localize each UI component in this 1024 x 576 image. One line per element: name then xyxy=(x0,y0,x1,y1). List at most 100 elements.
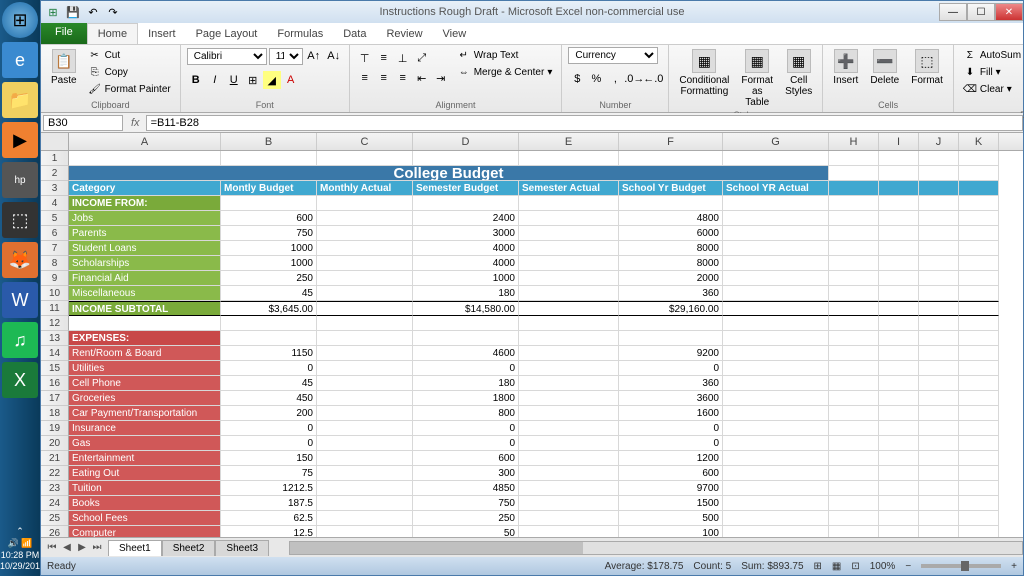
cell[interactable] xyxy=(879,391,919,406)
cell[interactable] xyxy=(879,481,919,496)
cell[interactable] xyxy=(829,301,879,316)
redo-icon[interactable]: ↷ xyxy=(105,4,121,20)
cell[interactable] xyxy=(919,466,959,481)
row-header[interactable]: 19 xyxy=(41,421,69,436)
cell[interactable] xyxy=(829,466,879,481)
cell[interactable] xyxy=(723,301,829,316)
cell[interactable] xyxy=(317,286,413,301)
cell[interactable] xyxy=(317,421,413,436)
cell[interactable] xyxy=(723,451,829,466)
percent-button[interactable]: % xyxy=(587,70,605,88)
cell[interactable] xyxy=(879,241,919,256)
cell[interactable] xyxy=(519,361,619,376)
cell[interactable] xyxy=(317,226,413,241)
cell[interactable] xyxy=(317,496,413,511)
cell[interactable] xyxy=(829,496,879,511)
cell[interactable] xyxy=(919,181,959,196)
cell[interactable] xyxy=(829,391,879,406)
cell[interactable] xyxy=(829,511,879,526)
cell[interactable]: 360 xyxy=(619,376,723,391)
cell[interactable]: 1200 xyxy=(619,451,723,466)
col-header-H[interactable]: H xyxy=(829,133,879,150)
row-header[interactable]: 4 xyxy=(41,196,69,211)
cell[interactable]: Miscellaneous xyxy=(69,286,221,301)
close-button[interactable]: ✕ xyxy=(995,3,1023,21)
cell[interactable] xyxy=(519,376,619,391)
title-cell[interactable]: College Budget xyxy=(69,166,829,181)
cell[interactable] xyxy=(879,346,919,361)
cell[interactable] xyxy=(959,346,999,361)
tray-volume-icon[interactable]: 🔊 📶 xyxy=(0,538,40,549)
cell[interactable] xyxy=(879,226,919,241)
cell[interactable] xyxy=(519,496,619,511)
cell[interactable] xyxy=(519,241,619,256)
cell[interactable] xyxy=(317,316,413,331)
insert-button[interactable]: ➕Insert xyxy=(829,47,862,88)
cell[interactable] xyxy=(317,241,413,256)
cell[interactable]: 180 xyxy=(413,376,519,391)
cell[interactable] xyxy=(317,346,413,361)
cell[interactable] xyxy=(829,436,879,451)
taskbar-app-excel[interactable]: X xyxy=(2,362,38,398)
cell[interactable] xyxy=(723,436,829,451)
cell[interactable] xyxy=(959,451,999,466)
cell[interactable] xyxy=(519,226,619,241)
tab-home[interactable]: Home xyxy=(87,23,138,44)
cell[interactable]: INCOME SUBTOTAL xyxy=(69,301,221,316)
cell[interactable]: Utilities xyxy=(69,361,221,376)
cell[interactable] xyxy=(829,286,879,301)
delete-button[interactable]: ➖Delete xyxy=(866,47,903,88)
row-header[interactable]: 5 xyxy=(41,211,69,226)
cell[interactable]: 250 xyxy=(413,511,519,526)
tab-review[interactable]: Review xyxy=(376,24,432,44)
cell[interactable] xyxy=(959,181,999,196)
cell[interactable] xyxy=(919,241,959,256)
col-header-E[interactable]: E xyxy=(519,133,619,150)
cell[interactable] xyxy=(879,331,919,346)
row-header[interactable]: 2 xyxy=(41,166,69,181)
cell[interactable] xyxy=(919,421,959,436)
name-box[interactable]: B30 xyxy=(43,115,123,131)
cell[interactable] xyxy=(317,331,413,346)
number-format-select[interactable]: Currency xyxy=(568,47,658,64)
cell[interactable] xyxy=(919,481,959,496)
cell[interactable]: 3000 xyxy=(413,226,519,241)
zoom-out-button[interactable]: − xyxy=(905,561,911,572)
minimize-button[interactable]: — xyxy=(939,3,967,21)
cell[interactable]: School Yr Budget xyxy=(619,181,723,196)
tab-insert[interactable]: Insert xyxy=(138,24,186,44)
cell[interactable] xyxy=(879,181,919,196)
cell[interactable]: Car Payment/Transportation xyxy=(69,406,221,421)
cell[interactable]: INCOME FROM: xyxy=(69,196,221,211)
grow-font-button[interactable]: A↑ xyxy=(305,47,323,65)
cell[interactable] xyxy=(619,196,723,211)
cell[interactable] xyxy=(723,226,829,241)
cell[interactable] xyxy=(879,466,919,481)
cell[interactable]: Computer xyxy=(69,526,221,537)
col-header-B[interactable]: B xyxy=(221,133,317,150)
cell[interactable]: Category xyxy=(69,181,221,196)
col-header-A[interactable]: A xyxy=(69,133,221,150)
cell[interactable] xyxy=(723,526,829,537)
cell[interactable] xyxy=(959,151,999,166)
fill-color-button[interactable]: ◢ xyxy=(263,71,281,89)
file-tab[interactable]: File xyxy=(41,22,87,44)
cell[interactable]: 50 xyxy=(413,526,519,537)
cell[interactable] xyxy=(519,466,619,481)
cell[interactable] xyxy=(317,391,413,406)
cell[interactable] xyxy=(317,406,413,421)
copy-button[interactable]: ⎘Copy xyxy=(85,64,174,80)
format-button[interactable]: ⬚Format xyxy=(907,47,947,88)
font-color-button[interactable]: A xyxy=(282,71,300,89)
sheet-nav-first-icon[interactable]: ⏮ xyxy=(45,542,59,553)
cell[interactable] xyxy=(879,361,919,376)
cell[interactable] xyxy=(919,346,959,361)
cell[interactable] xyxy=(723,496,829,511)
taskbar-app-hp[interactable]: hp xyxy=(2,162,38,198)
select-all-corner[interactable] xyxy=(41,133,69,150)
cell[interactable] xyxy=(879,436,919,451)
cell[interactable]: Tuition xyxy=(69,481,221,496)
row-header[interactable]: 12 xyxy=(41,316,69,331)
cell[interactable] xyxy=(317,271,413,286)
cell[interactable] xyxy=(221,151,317,166)
